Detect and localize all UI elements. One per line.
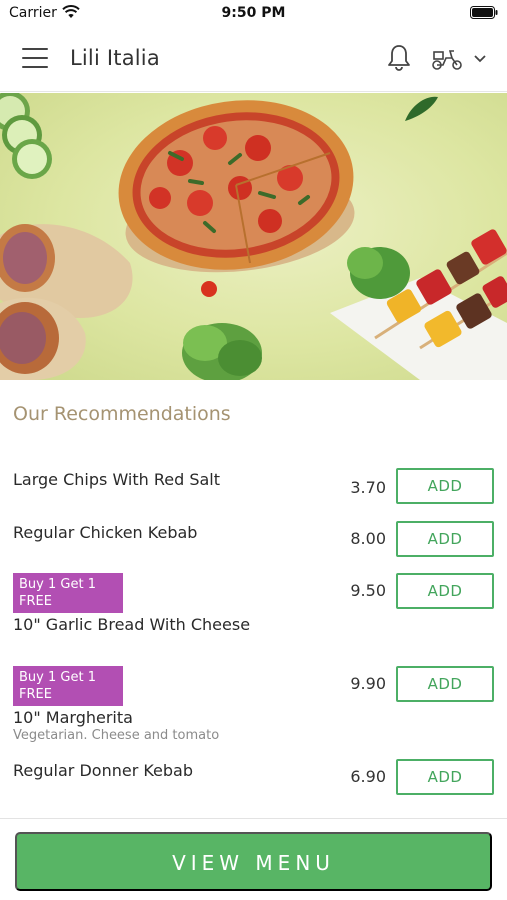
hero-food-banner [0,93,507,380]
status-bar: Carrier 9:50 PM [0,0,507,28]
item-description: Vegetarian. Cheese and tomato [13,728,220,743]
item-name: Large Chips With Red Salt [13,470,221,489]
section-title-recommendations: Our Recommendations [13,403,231,425]
cucumber-slices-image [0,93,52,179]
add-button[interactable]: ADD [396,468,494,504]
item-price: 8.00 [350,529,386,548]
delivery-scooter-icon[interactable] [430,46,464,72]
add-button[interactable]: ADD [396,521,494,557]
leaf-image [405,96,438,121]
item-price: 9.50 [350,581,386,600]
promo-badge: Buy 1 Get 1 FREE [13,666,123,706]
item-price: 9.90 [350,674,386,693]
clock: 9:50 PM [221,5,286,21]
bell-icon[interactable] [384,43,414,73]
battery-icon [470,6,498,19]
tomato-piece-image [201,281,217,297]
kebab-skewers-image [330,229,507,380]
food-illustration [0,93,507,380]
bottom-bar: VIEW MENU [0,818,507,900]
hamburger-menu-icon[interactable] [22,48,48,70]
promo-badge: Buy 1 Get 1 FREE [13,573,123,613]
add-button[interactable]: ADD [396,666,494,702]
pizza-image [118,100,355,273]
item-name: Regular Donner Kebab [13,761,194,780]
item-name: 10" Garlic Bread With Cheese [13,615,251,634]
lettuce-image [182,323,262,380]
view-menu-button[interactable]: VIEW MENU [15,832,492,891]
app-header: Lili Italia [0,28,507,92]
restaurant-title: Lili Italia [70,46,160,70]
add-button[interactable]: ADD [396,759,494,795]
item-price: 3.70 [350,478,386,497]
wraps-image [0,224,133,380]
chevron-down-icon[interactable] [472,52,488,64]
add-button[interactable]: ADD [396,573,494,609]
item-name: 10" Margherita [13,708,133,727]
item-name: Regular Chicken Kebab [13,523,198,542]
item-price: 6.90 [350,767,386,786]
